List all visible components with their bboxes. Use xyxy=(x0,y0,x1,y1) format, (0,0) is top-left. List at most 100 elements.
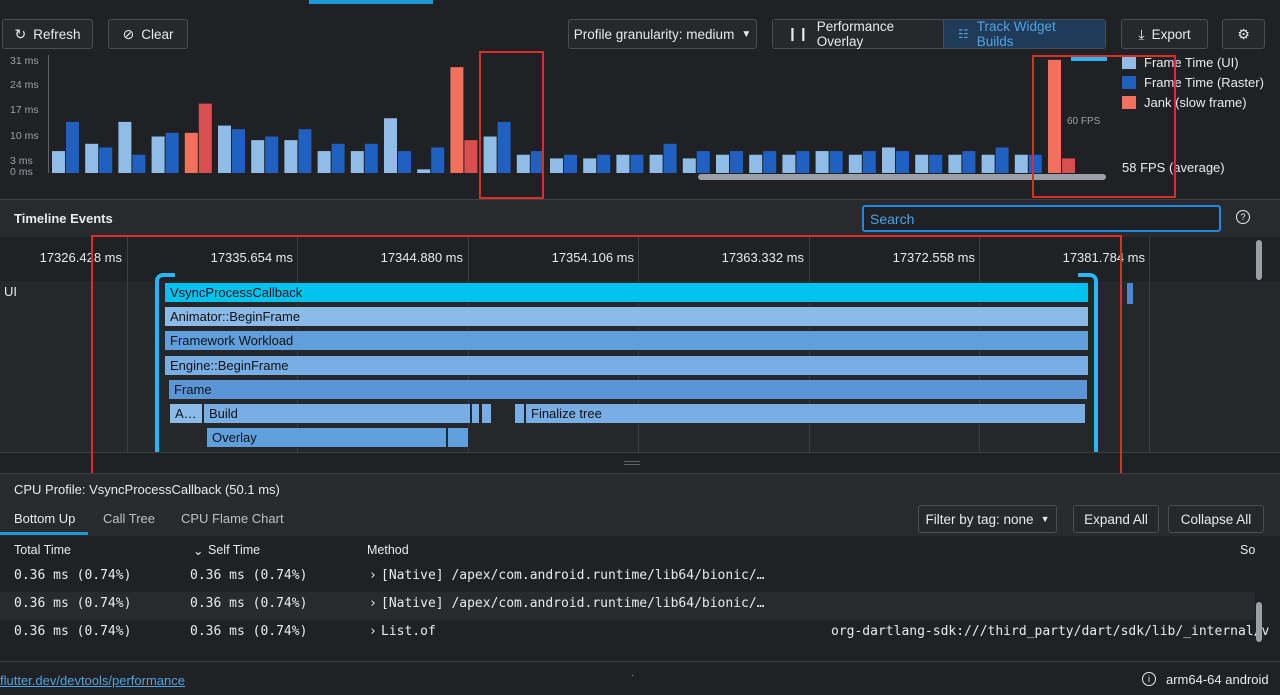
frame-bar-ui[interactable] xyxy=(1014,154,1028,173)
device-label: arm64-64 android xyxy=(1166,672,1269,687)
frame-bar-ui[interactable] xyxy=(251,140,265,173)
tab-cpu-flame-chart[interactable]: CPU Flame Chart xyxy=(181,511,284,526)
expand-chevron-icon[interactable]: › xyxy=(369,596,377,611)
frame-bar-ui[interactable] xyxy=(218,125,231,173)
frame-bar-raster[interactable] xyxy=(663,143,677,173)
frame-bar-raster[interactable] xyxy=(862,151,876,173)
frame-bar-ui[interactable] xyxy=(915,154,929,173)
docs-link[interactable]: flutter.dev/devtools/performance xyxy=(0,673,185,688)
performance-overlay-button[interactable]: ❙❙ Performance Overlay xyxy=(773,19,943,49)
frame-bar-ui[interactable] xyxy=(981,154,995,173)
frame-bar-raster[interactable] xyxy=(66,121,79,173)
expand-all-button[interactable]: Expand All xyxy=(1073,505,1159,533)
frame-bar-ui[interactable] xyxy=(317,151,331,173)
frame-bar-raster[interactable] xyxy=(198,103,212,173)
frame-bar-raster[interactable] xyxy=(995,147,1009,173)
collapse-all-button[interactable]: Collapse All xyxy=(1168,505,1264,533)
granularity-dropdown[interactable]: Profile granularity: medium ▼ xyxy=(568,19,757,49)
frame-bar-raster[interactable] xyxy=(265,136,279,174)
frame-bar-raster[interactable] xyxy=(298,129,312,173)
expand-all-label: Expand All xyxy=(1084,511,1148,527)
self-time-cell: 0.36 ms (0.74%) xyxy=(190,568,308,583)
frame-bar-raster[interactable] xyxy=(398,151,411,173)
table-row[interactable]: 0.36 ms (0.74%) 0.36 ms (0.74%) › [Nativ… xyxy=(0,592,1255,620)
frame-bar-ui[interactable] xyxy=(384,118,397,173)
track-widget-builds-label: Track Widget Builds xyxy=(976,19,1056,49)
frame-bar-ui[interactable] xyxy=(782,154,796,173)
frame-bar-ui[interactable] xyxy=(948,154,962,173)
frame-bar-raster[interactable] xyxy=(763,151,777,173)
frame-bar-raster[interactable] xyxy=(962,151,976,173)
help-icon[interactable]: ? xyxy=(1236,210,1250,224)
frame-bar-raster[interactable] xyxy=(132,154,146,173)
info-icon[interactable]: i xyxy=(1142,672,1156,686)
frame-bar-ui[interactable] xyxy=(284,140,298,173)
expand-chevron-icon[interactable]: › xyxy=(369,624,377,639)
frame-bar-ui[interactable] xyxy=(882,147,895,173)
frame-bar-raster[interactable] xyxy=(696,151,710,173)
timeline-title: Timeline Events xyxy=(14,211,113,226)
timeline-search-input[interactable]: Search xyxy=(862,205,1221,232)
sort-desc-icon: ⌄ xyxy=(193,544,204,558)
search-placeholder: Search xyxy=(870,210,915,227)
table-row[interactable]: 0.36 ms (0.74%) 0.36 ms (0.74%) › List.o… xyxy=(0,620,1269,648)
export-button[interactable]: ⤓ Export xyxy=(1121,19,1208,49)
footer: flutter.dev/devtools/performance · i arm… xyxy=(0,661,1280,695)
frame-bar-raster[interactable] xyxy=(564,154,577,173)
frame-bar-ui[interactable] xyxy=(118,121,132,173)
frame-bar-raster[interactable] xyxy=(431,147,445,173)
expand-chevron-icon[interactable]: › xyxy=(369,568,377,583)
frame-bar-ui[interactable] xyxy=(649,154,663,173)
frame-bar-ui[interactable] xyxy=(682,158,696,173)
frame-bars xyxy=(52,59,1075,174)
frame-bar-ui[interactable] xyxy=(417,169,431,173)
frame-bar-ui[interactable] xyxy=(151,136,165,174)
active-tab-underline xyxy=(0,532,88,535)
refresh-button[interactable]: ↻ Refresh xyxy=(2,19,93,49)
frame-bar-raster[interactable] xyxy=(232,129,245,173)
column-method[interactable]: Method xyxy=(367,543,409,557)
frame-bar-raster[interactable] xyxy=(929,154,943,173)
annotation-box-jank-frame xyxy=(479,51,544,199)
footer-dot: · xyxy=(631,670,635,681)
column-self-time[interactable]: Self Time xyxy=(208,543,260,557)
settings-button[interactable]: ⚙ xyxy=(1222,19,1265,49)
frame-bar-ui[interactable] xyxy=(716,154,729,173)
timeline-event-small[interactable] xyxy=(1127,283,1133,304)
track-widget-builds-button[interactable]: ☷ Track Widget Builds xyxy=(943,19,1105,49)
frame-bar-ui[interactable] xyxy=(616,154,630,173)
frame-bar-raster[interactable] xyxy=(165,132,179,173)
frame-bar-raster[interactable] xyxy=(464,140,478,173)
frame-bar-raster[interactable] xyxy=(364,143,378,173)
clear-button[interactable]: ⊘ Clear xyxy=(108,19,188,49)
column-source[interactable]: So xyxy=(1240,543,1255,557)
table-row[interactable]: 0.36 ms (0.74%) 0.36 ms (0.74%) › [Nativ… xyxy=(0,564,1255,592)
frame-bar-ui[interactable] xyxy=(749,154,763,173)
frame-bar-raster[interactable] xyxy=(796,151,810,173)
source-cell: org-dartlang-sdk:///third_party/dart/sdk… xyxy=(831,624,1270,639)
frame-bar-raster[interactable] xyxy=(896,151,909,173)
frame-bar-ui[interactable] xyxy=(184,132,198,173)
frame-bar-ui[interactable] xyxy=(52,151,65,173)
frame-bar-ui[interactable] xyxy=(450,67,464,173)
frame-bar-raster[interactable] xyxy=(597,154,611,173)
timeline-scrollbar[interactable] xyxy=(1256,240,1262,280)
caret-down-icon: ▼ xyxy=(1040,514,1050,524)
tab-call-tree[interactable]: Call Tree xyxy=(103,511,155,526)
frame-bar-ui[interactable] xyxy=(85,143,99,173)
frame-bar-raster[interactable] xyxy=(99,147,113,173)
column-total-time[interactable]: Total Time xyxy=(14,543,71,557)
frame-bar-raster[interactable] xyxy=(730,151,743,173)
frame-bar-ui[interactable] xyxy=(815,151,829,173)
frame-bar-raster[interactable] xyxy=(331,143,345,173)
frame-bar-ui[interactable] xyxy=(350,151,364,173)
cpu-profile-header: CPU Profile: VsyncProcessCallback (50.1 … xyxy=(0,473,1280,505)
filter-tag-dropdown[interactable]: Filter by tag: none ▼ xyxy=(918,505,1057,533)
frame-bar-ui[interactable] xyxy=(550,158,563,173)
table-scrollbar[interactable] xyxy=(1256,602,1262,642)
frame-bar-ui[interactable] xyxy=(848,154,862,173)
frame-bar-ui[interactable] xyxy=(583,158,597,173)
frame-bar-raster[interactable] xyxy=(630,154,644,173)
tab-bottom-up[interactable]: Bottom Up xyxy=(14,511,75,526)
frame-bar-raster[interactable] xyxy=(829,151,843,173)
